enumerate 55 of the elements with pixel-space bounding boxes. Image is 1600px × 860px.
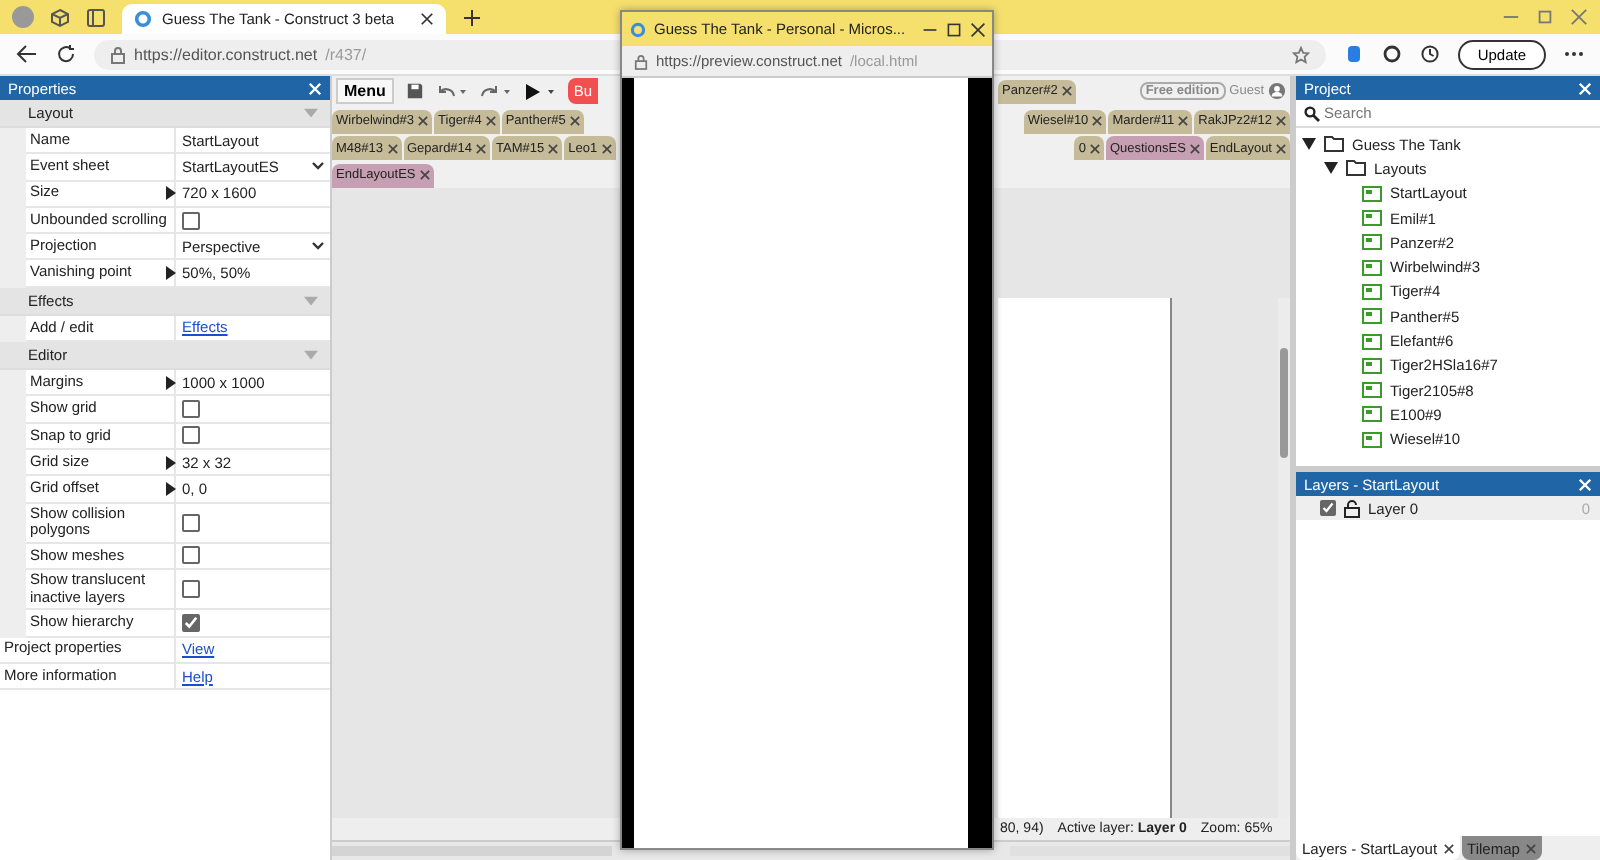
undo-icon[interactable] [435, 83, 468, 99]
scrollbar[interactable] [332, 846, 612, 856]
lock-icon[interactable] [1344, 499, 1360, 517]
plus-icon[interactable] [462, 7, 483, 27]
restore-icon[interactable] [1536, 8, 1554, 26]
checkbox[interactable] [182, 400, 200, 419]
logo-icon [134, 10, 152, 28]
menu-button[interactable]: Menu [336, 78, 394, 104]
close-icon[interactable] [420, 12, 435, 26]
cube-icon[interactable] [50, 7, 70, 27]
lock-icon [110, 45, 126, 63]
scrollbar[interactable] [1010, 846, 1290, 856]
checkbox[interactable] [182, 546, 200, 565]
checkbox[interactable] [182, 614, 200, 632]
reload-icon[interactable] [56, 44, 76, 64]
layout-icon [1362, 210, 1382, 227]
expand-arrow-icon[interactable] [166, 375, 176, 390]
lock-icon [634, 53, 648, 69]
layout-icon [1362, 259, 1382, 276]
back-arrow-icon[interactable] [16, 44, 38, 64]
layout-icon [1362, 308, 1382, 325]
expand-triangle-icon[interactable] [1302, 138, 1316, 151]
scrollbar[interactable] [1278, 297, 1290, 818]
history-icon[interactable] [1419, 44, 1440, 64]
maximize-icon[interactable] [945, 21, 962, 37]
checkbox[interactable] [182, 513, 200, 532]
chevron-icon[interactable] [312, 162, 324, 171]
play-icon[interactable] [523, 83, 556, 99]
chevron-icon[interactable] [312, 242, 324, 251]
layout-icon [1362, 333, 1382, 350]
close-icon[interactable] [1443, 843, 1454, 853]
checkbox[interactable] [1320, 500, 1336, 516]
more-icon[interactable] [1564, 50, 1584, 58]
layout-icon [1362, 283, 1382, 300]
star-icon[interactable] [1291, 45, 1310, 63]
layout-icon [1362, 382, 1382, 399]
layout-icon [1362, 357, 1382, 374]
expand-arrow-icon[interactable] [166, 266, 176, 281]
layout-icon [1362, 431, 1382, 448]
user-icon[interactable] [1268, 82, 1286, 100]
checkbox[interactable] [182, 211, 200, 230]
circle-icon[interactable] [1381, 44, 1402, 64]
close-icon[interactable] [969, 21, 986, 37]
search-icon [1304, 105, 1320, 121]
expand-arrow-icon[interactable] [166, 186, 176, 201]
layout-icon [1362, 185, 1382, 202]
save-icon[interactable] [405, 82, 424, 100]
logo-icon [630, 21, 646, 37]
redo-icon[interactable] [479, 83, 512, 99]
tab-actions-icon[interactable] [86, 7, 106, 27]
layout-icon [1362, 406, 1382, 423]
layout-icon [1362, 234, 1382, 251]
expand-triangle-icon[interactable] [1324, 162, 1338, 175]
checkbox[interactable] [182, 580, 200, 599]
checkbox[interactable] [182, 426, 200, 445]
